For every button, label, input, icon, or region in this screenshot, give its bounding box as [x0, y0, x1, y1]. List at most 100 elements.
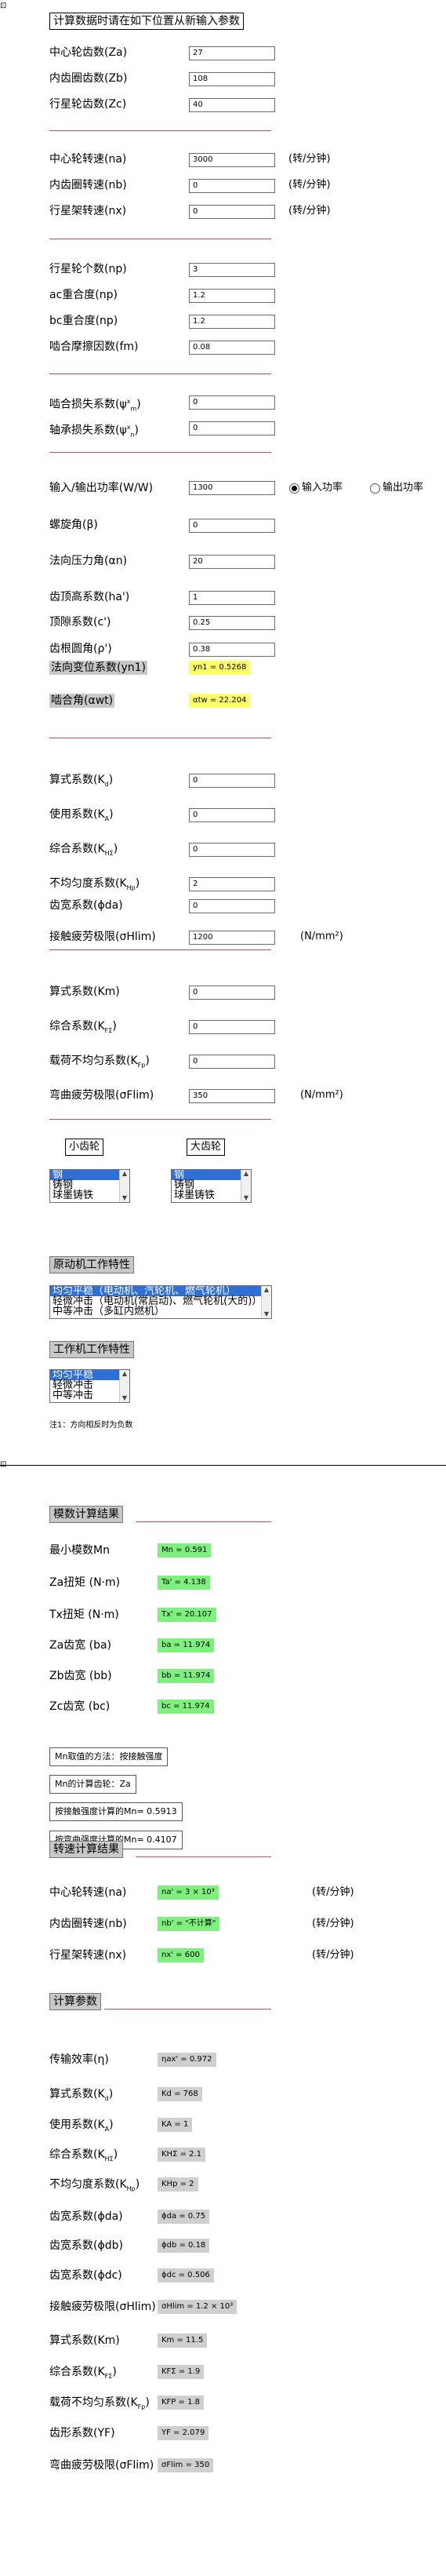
field-label-text: 算式系数(K — [49, 774, 105, 786]
result-value: σFlim = 350 — [158, 2458, 214, 2472]
value-input[interactable]: 27 — [189, 46, 275, 60]
result-value: nb' = "不计算" — [158, 1917, 220, 1931]
result-label-sub: HΣ — [104, 2155, 114, 2162]
scroll-up-icon[interactable]: ▲ — [120, 1170, 129, 1178]
list-option[interactable]: 球墨铸铁 — [50, 1190, 129, 1201]
red-divider — [49, 130, 271, 131]
list-option[interactable]: 中等冲击 — [50, 1390, 129, 1401]
value-input[interactable]: 1 — [189, 591, 275, 605]
mesh-angle-value: αtw = 22.204 — [189, 694, 251, 708]
prime-mover-list[interactable]: 均匀平稳（电动机、汽轮机、燃气轮机） 轻微冲击（电动机(常启动)、燃气轮机(大的)… — [49, 1285, 272, 1319]
value-input[interactable]: 3 — [189, 263, 275, 277]
field-label-text: 行星轮个数(np) — [49, 263, 127, 275]
output-power-radio[interactable] — [370, 483, 380, 494]
scroll-up-icon[interactable]: ▲ — [120, 1370, 129, 1378]
result-label: 使用系数(KA) — [49, 2118, 114, 2137]
value-input[interactable]: 3000 — [189, 153, 275, 167]
scroll-down-icon[interactable]: ▼ — [120, 1194, 129, 1202]
small-gear-material-list[interactable]: 钢铸钢 球墨铸铁 ▲ ▼ — [49, 1169, 130, 1203]
value-input[interactable]: 108 — [189, 72, 275, 86]
scroll-down-icon[interactable]: ▼ — [262, 1310, 271, 1318]
value-input[interactable]: 1.2 — [189, 315, 275, 329]
result-label-text: 齿宽系数(ϕda) — [49, 2210, 123, 2223]
result-label-sub: Hp — [126, 2184, 136, 2192]
value-input[interactable]: 20 — [189, 555, 275, 569]
value-input[interactable]: 0 — [189, 395, 275, 410]
scrollbar[interactable]: ▲ ▼ — [119, 1370, 129, 1402]
scrollbar[interactable]: ▲ ▼ — [241, 1170, 251, 1202]
value-input[interactable]: 1.2 — [189, 289, 275, 303]
field-label-text: 法向压力角(αn) — [49, 555, 128, 567]
result-label-text: 不均匀度系数(K — [49, 2178, 127, 2191]
result-label-tail: ) — [112, 2366, 117, 2378]
modulus-note-box: 按接触强度计算的Mn= 0.5913 — [49, 1802, 183, 1821]
field-label-text: 综合系数(K — [49, 843, 105, 855]
result-value: Tx' = 20.107 — [158, 1608, 216, 1622]
scroll-down-icon[interactable]: ▼ — [241, 1194, 251, 1202]
result-label: 接触疲劳极限(σHlim) — [49, 2300, 156, 2314]
value-input[interactable]: 0.25 — [189, 616, 275, 630]
prime-mover-title: 原动机工作特性 — [49, 1256, 134, 1273]
result-label-tail: ) — [108, 2088, 114, 2101]
field-label-tail: ) — [109, 808, 114, 821]
scroll-up-icon[interactable]: ▲ — [262, 1286, 271, 1294]
field-label: 弯曲疲劳极限(σFlim) — [49, 1088, 154, 1102]
value-input[interactable]: 40 — [189, 98, 275, 112]
scrollbar[interactable]: ▲ ▼ — [119, 1170, 129, 1202]
value-input[interactable]: 0 — [189, 808, 275, 822]
shift-coefficient-label: 法向变位系数(yn1) — [49, 661, 147, 675]
list-option[interactable]: 球墨铸铁 — [172, 1190, 251, 1201]
result-label: 弯曲疲劳极限(σFlim) — [49, 2458, 154, 2472]
scroll-up-icon[interactable]: ▲ — [241, 1170, 251, 1178]
value-input[interactable]: 0.38 — [189, 643, 275, 657]
value-input[interactable]: 0 — [189, 899, 275, 913]
field-label: 行星架转速(nx) — [49, 204, 126, 218]
large-gear-material-list[interactable]: 钢铸钢 球墨铸铁 ▲ ▼ — [171, 1169, 252, 1203]
field-label: 载荷不均匀系数(KFp) — [49, 1054, 150, 1073]
field-label: 啮合损失系数(ψxm) — [49, 395, 141, 416]
value-input[interactable]: 0.08 — [189, 341, 275, 355]
input-power-label: 输入功率 — [302, 482, 343, 494]
list-option[interactable]: 中等冲击（多缸内燃机） — [50, 1306, 271, 1317]
result-label-sub: FΣ — [104, 2372, 113, 2380]
field-label-sup: x — [126, 424, 131, 431]
field-label-text: bc重合度(np) — [49, 315, 118, 327]
field-label-tail: ) — [112, 1020, 117, 1033]
unit-label: (转/分钟) — [312, 1886, 354, 1898]
unit-label: (N/mm²) — [300, 1089, 343, 1101]
modulus-note-box: Mn的计算齿轮：Za — [49, 1775, 136, 1794]
result-label: 齿宽系数(ϕdc) — [49, 2268, 122, 2283]
value-input[interactable]: 0 — [189, 519, 275, 533]
scroll-down-icon[interactable]: ▼ — [120, 1394, 129, 1402]
result-label: Za齿宽 (ba) — [49, 1638, 111, 1652]
field-label-text: 接触疲劳极限(σHlim) — [49, 931, 156, 943]
modulus-results-title: 模数计算结果 — [49, 1506, 123, 1523]
value-input[interactable]: 0 — [189, 205, 275, 219]
value-input[interactable]: 0 — [189, 986, 275, 1000]
result-value: bc = 11.974 — [158, 1700, 214, 1714]
field-label: 算式系数(Kd) — [49, 773, 113, 792]
result-label: 综合系数(KFΣ) — [49, 2365, 117, 2384]
result-label-text: 载荷不均匀系数(K — [49, 2396, 138, 2409]
value-input[interactable]: 0 — [189, 1020, 275, 1034]
scrollbar[interactable]: ▲ ▼ — [261, 1286, 271, 1318]
value-input[interactable]: 0 — [189, 421, 275, 435]
field-label-sub: Fp — [137, 1061, 146, 1069]
result-value: na' = 3 × 10³ — [158, 1886, 219, 1900]
field-label: 轴承损失系数(ψxn) — [49, 421, 139, 442]
value-input[interactable]: 2 — [189, 877, 275, 891]
value-input[interactable]: 0 — [189, 1055, 275, 1069]
red-divider — [136, 1856, 271, 1857]
result-label-text: 行星架转速(nx) — [49, 1949, 127, 1962]
input-power-radio[interactable] — [289, 483, 299, 494]
value-input[interactable]: 0 — [189, 843, 275, 857]
field-label-text: 内齿圈转速(nb) — [49, 179, 127, 191]
field-label: 接触疲劳极限(σHlim) — [49, 930, 156, 944]
value-input[interactable]: 350 — [189, 1089, 275, 1103]
field-label-text: 齿宽系数(ϕda) — [49, 899, 123, 912]
power-input[interactable]: 1300 — [189, 481, 275, 495]
value-input[interactable]: 1200 — [189, 931, 275, 945]
work-machine-list[interactable]: 均匀平稳 轻微冲击 中等冲击 ▲ ▼ — [49, 1369, 130, 1403]
value-input[interactable]: 0 — [189, 179, 275, 193]
value-input[interactable]: 0 — [189, 774, 275, 788]
